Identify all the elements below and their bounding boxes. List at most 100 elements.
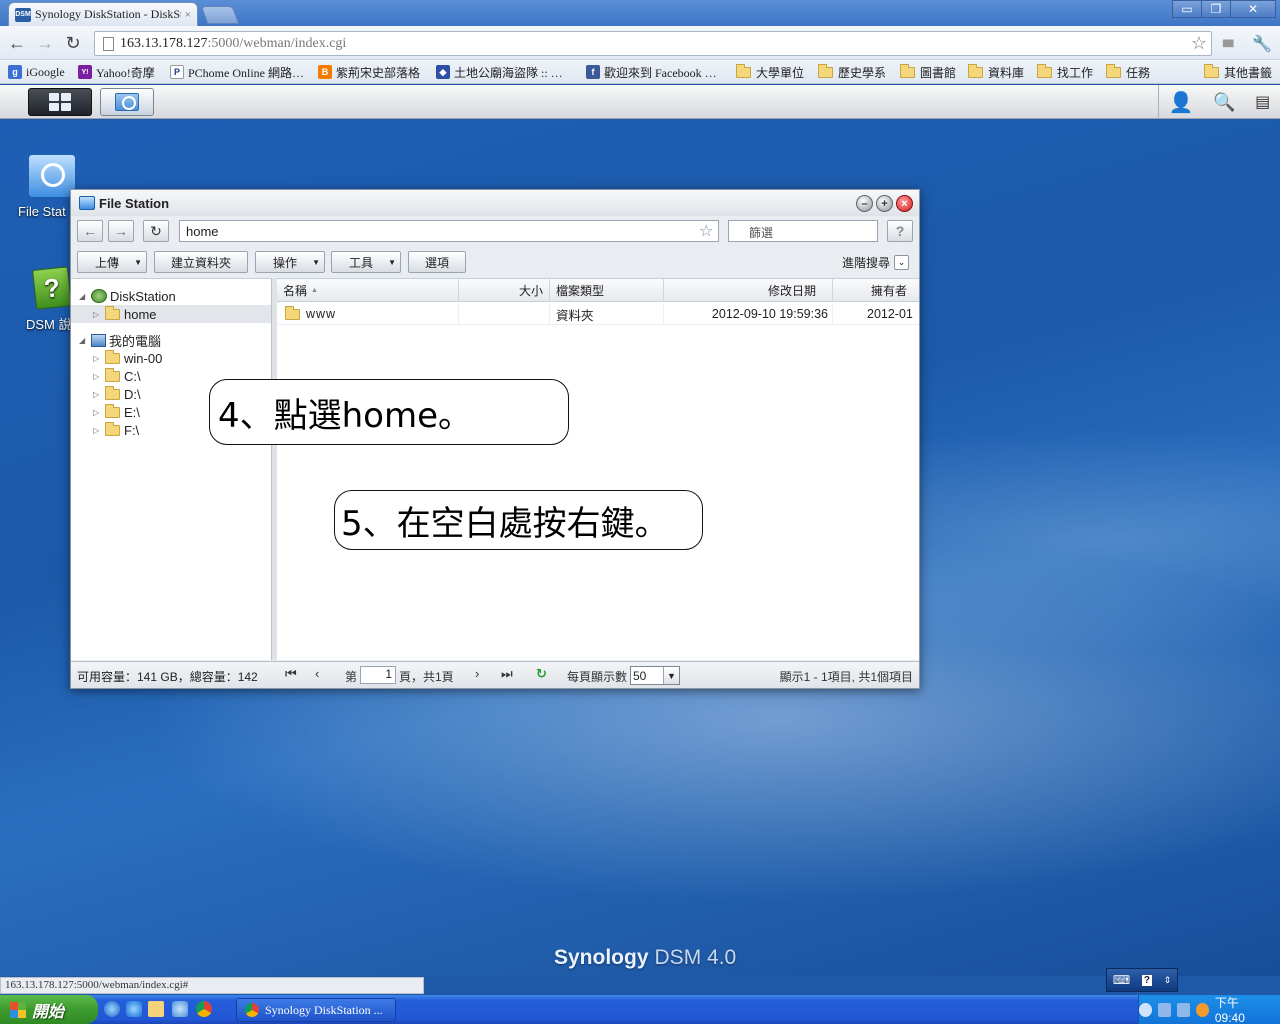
back-button[interactable]: ←	[77, 220, 103, 242]
back-button[interactable]: ←	[6, 32, 28, 54]
bookmark-igoogle[interactable]: g iGoogle	[8, 63, 65, 81]
collapse-arrow-icon[interactable]: ◢	[79, 336, 89, 345]
close-button[interactable]: ×	[896, 195, 913, 212]
column-header-type[interactable]: 檔案類型	[550, 279, 664, 302]
close-button[interactable]: ✕	[1230, 0, 1276, 18]
expand-arrow-icon[interactable]: ▷	[93, 310, 103, 319]
per-page-select[interactable]: 50 ▼	[630, 666, 680, 685]
bookmark-folder-library[interactable]: 圖書館	[900, 63, 956, 81]
expand-arrow-icon[interactable]: ▷	[93, 408, 103, 417]
refresh-button[interactable]: ↻	[143, 220, 169, 242]
restore-button[interactable]: ❐	[1201, 0, 1231, 18]
browser-tab[interactable]: DSM Synology DiskStation - DiskSt ×	[8, 2, 198, 26]
column-header-name[interactable]: 名稱 ▲	[277, 279, 459, 302]
toolbar: 上傳 ▼ 建立資料夾 操作 ▼ 工具 ▼ 選項 進階搜尋 ⌄	[77, 251, 913, 273]
explorer-icon[interactable]	[148, 1001, 164, 1017]
dsm-main-menu-button[interactable]	[28, 88, 92, 116]
column-header-size[interactable]: 大小	[459, 279, 550, 302]
desktop-icon[interactable]	[104, 1001, 120, 1017]
action-button[interactable]: 操作 ▼	[255, 251, 325, 273]
expand-arrow-icon[interactable]: ▷	[93, 390, 103, 399]
tree-node-my-computer[interactable]: ◢ 我的電腦	[79, 331, 161, 349]
expand-arrow-icon[interactable]: ▷	[93, 426, 103, 435]
advanced-search-toggle[interactable]: 進階搜尋 ⌄	[842, 254, 909, 271]
minimize-button[interactable]: –	[856, 195, 873, 212]
bookmark-yahoo[interactable]: Y! Yahoo!奇摩	[78, 63, 155, 81]
page-icon	[103, 36, 114, 51]
bookmark-facebook[interactable]: f 歡迎來到 Facebook …	[586, 63, 717, 81]
page-number-input[interactable]: 1	[360, 666, 396, 684]
folder-icon	[105, 385, 120, 400]
wrench-icon[interactable]: 🔧	[1252, 34, 1272, 54]
first-page-icon[interactable]: ⏮	[285, 666, 297, 682]
last-page-icon[interactable]: ⏭	[501, 666, 513, 682]
column-header-modified[interactable]: 修改日期	[664, 279, 833, 302]
tree-node-drive-c[interactable]: ▷ C:\	[93, 367, 141, 385]
bookmark-folder-univ[interactable]: 大學單位	[736, 63, 804, 81]
tray-app-icon[interactable]	[1195, 1002, 1209, 1017]
help-button[interactable]: ?	[887, 220, 913, 242]
tree-node-drive-d[interactable]: ▷ D:\	[93, 385, 141, 403]
keyboard-icon[interactable]: ⌨	[1113, 973, 1130, 987]
stats-icon[interactable]: ▮▮▮	[1222, 38, 1234, 49]
path-input[interactable]: home	[179, 220, 719, 242]
column-header-owner[interactable]: 擁有者	[833, 279, 919, 302]
facebook-icon: f	[586, 65, 600, 79]
bookmark-folder-history[interactable]: 歷史學系	[818, 63, 886, 81]
user-icon[interactable]: 👤	[1169, 90, 1194, 115]
options-button[interactable]: 選項	[408, 251, 466, 273]
tray-arrow-icon[interactable]	[1138, 1002, 1152, 1017]
collapse-arrow-icon[interactable]: ◢	[79, 292, 89, 301]
expand-arrow-icon[interactable]: ▷	[93, 354, 103, 363]
app-icon[interactable]	[172, 1001, 188, 1017]
bookmark-pirates[interactable]: ◆ 土地公廟海盜隊 :: …	[436, 63, 563, 81]
folder-icon	[105, 305, 120, 320]
chrome-icon[interactable]	[196, 1001, 212, 1017]
search-icon[interactable]: 🔍	[1213, 92, 1235, 113]
next-page-icon[interactable]: ›	[475, 666, 479, 681]
table-row[interactable]: www 資料夾 2012-09-10 19:59:36 2012-01	[277, 303, 919, 325]
tree-node-home[interactable]: ▷ home	[71, 305, 271, 323]
baseball-icon: ◆	[436, 65, 450, 79]
tree-node-win-00[interactable]: ▷ win-00	[93, 349, 162, 367]
help-icon[interactable]: ?	[1141, 974, 1152, 986]
bookmark-star-icon[interactable]: ☆	[1191, 33, 1207, 54]
tools-button[interactable]: 工具 ▼	[331, 251, 401, 273]
expand-icon[interactable]: ⇕	[1164, 975, 1172, 986]
bookmark-folder-database[interactable]: 資料庫	[968, 63, 1024, 81]
filter-input[interactable]: 篩選	[728, 220, 878, 242]
taskbar-item-chrome[interactable]: Synology DiskStation ...	[236, 998, 396, 1022]
minimize-button[interactable]: ▭	[1172, 0, 1202, 18]
address-bar[interactable]: 163.13.178.127 :5000/webman/index.cgi ☆	[94, 31, 1212, 56]
window-titlebar[interactable]: File Station – + ×	[71, 190, 919, 216]
network-icon[interactable]	[1176, 1002, 1190, 1017]
favorite-star-icon[interactable]: ☆	[699, 221, 713, 241]
bookmark-blog[interactable]: B 紫荊宋史部落格	[318, 63, 420, 81]
items-summary: 顯示1 - 1項目, 共1個項目	[779, 670, 913, 684]
start-button[interactable]: 開始	[0, 995, 98, 1024]
other-bookmarks[interactable]: 其他書籤	[1204, 63, 1272, 81]
bookmark-pchome[interactable]: P PChome Online 網路…	[170, 63, 304, 81]
forward-button[interactable]: →	[34, 32, 56, 54]
new-tab-button[interactable]	[200, 6, 240, 24]
prev-page-icon[interactable]: ‹	[315, 666, 319, 681]
upload-button[interactable]: 上傳 ▼	[77, 251, 147, 273]
tree-node-drive-f[interactable]: ▷ F:\	[93, 421, 139, 439]
ie-icon[interactable]	[126, 1001, 142, 1017]
widgets-icon[interactable]: ▤	[1255, 92, 1270, 112]
file-list[interactable]: 名稱 ▲ 大小 檔案類型 修改日期 擁有者 www 資料夾 2012-09-10…	[277, 278, 919, 660]
file-station-taskbar-button[interactable]	[100, 88, 154, 116]
maximize-button[interactable]: +	[876, 195, 893, 212]
reload-button[interactable]: ↻	[62, 32, 84, 54]
network-icon[interactable]	[1157, 1002, 1171, 1017]
folder-icon	[1106, 63, 1121, 78]
bookmark-folder-jobs[interactable]: 找工作	[1037, 63, 1093, 81]
bookmark-folder-tasks[interactable]: 任務	[1106, 63, 1150, 81]
refresh-icon[interactable]: ↻	[536, 666, 547, 682]
tab-close-icon[interactable]: ×	[185, 9, 191, 21]
tree-node-drive-e[interactable]: ▷ E:\	[93, 403, 140, 421]
expand-arrow-icon[interactable]: ▷	[93, 372, 103, 381]
tree-node-diskstation[interactable]: ◢ DiskStation	[79, 287, 176, 305]
create-folder-button[interactable]: 建立資料夾	[154, 251, 248, 273]
forward-button[interactable]: →	[108, 220, 134, 242]
